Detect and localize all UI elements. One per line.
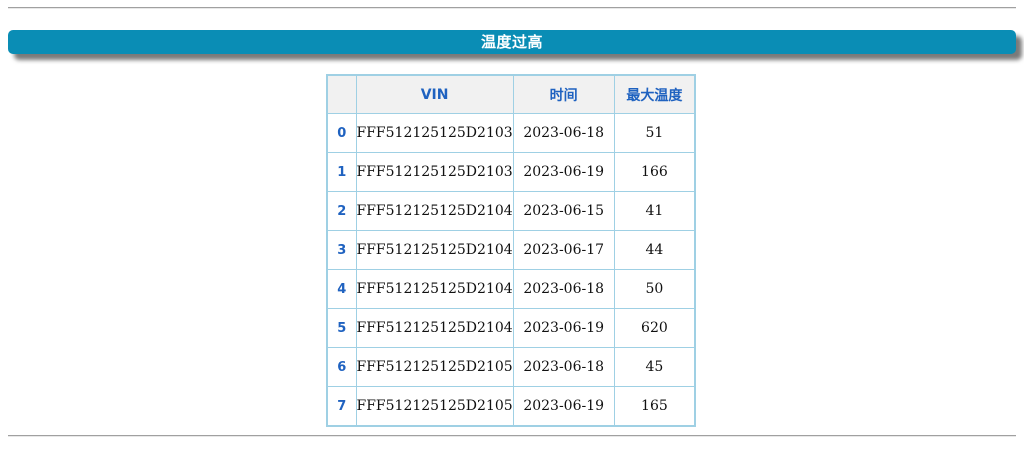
vin-cell: FFF512125125D2105 — [355, 347, 514, 387]
row-index: 4 — [326, 269, 357, 309]
max-temp-cell: 41 — [613, 191, 696, 231]
date-cell: 2023-06-19 — [512, 386, 615, 427]
table-row: 7 FFF512125125D2105 2023-06-19 165 — [326, 386, 696, 427]
vin-cell: FFF512125125D2105 — [355, 386, 514, 427]
max-temp-cell: 44 — [613, 230, 696, 270]
vin-cell: FFF512125125D2104 — [355, 191, 514, 231]
vin-cell: FFF512125125D2104 — [355, 308, 514, 348]
vin-cell: FFF512125125D2104 — [355, 269, 514, 309]
section-title-banner: 温度过高 — [8, 30, 1016, 54]
bottom-divider — [8, 435, 1016, 437]
table-row: 5 FFF512125125D2104 2023-06-19 620 — [326, 308, 696, 348]
date-cell: 2023-06-18 — [512, 269, 615, 309]
header-index — [326, 74, 357, 114]
header-max-temperature: 最大温度 — [613, 74, 696, 114]
table-header-row: VIN 时间 最大温度 — [326, 74, 696, 114]
table-row: 2 FFF512125125D2104 2023-06-15 41 — [326, 191, 696, 231]
max-temp-cell: 166 — [613, 152, 696, 192]
row-index: 7 — [326, 386, 357, 427]
vin-cell: FFF512125125D2103 — [355, 113, 514, 153]
table-row: 6 FFF512125125D2105 2023-06-18 45 — [326, 347, 696, 387]
header-time: 时间 — [512, 74, 615, 114]
max-temp-cell: 165 — [613, 386, 696, 427]
row-index: 0 — [326, 113, 357, 153]
table-row: 1 FFF512125125D2103 2023-06-19 166 — [326, 152, 696, 192]
row-index: 6 — [326, 347, 357, 387]
date-cell: 2023-06-18 — [512, 113, 615, 153]
date-cell: 2023-06-19 — [512, 308, 615, 348]
vin-cell: FFF512125125D2103 — [355, 152, 514, 192]
header-vin: VIN — [355, 74, 514, 114]
date-cell: 2023-06-19 — [512, 152, 615, 192]
row-index: 3 — [326, 230, 357, 270]
row-index: 5 — [326, 308, 357, 348]
max-temp-cell: 50 — [613, 269, 696, 309]
date-cell: 2023-06-18 — [512, 347, 615, 387]
row-index: 2 — [326, 191, 357, 231]
max-temp-cell: 620 — [613, 308, 696, 348]
table-row: 0 FFF512125125D2103 2023-06-18 51 — [326, 113, 696, 153]
max-temp-cell: 45 — [613, 347, 696, 387]
table-row: 4 FFF512125125D2104 2023-06-18 50 — [326, 269, 696, 309]
high-temperature-table: VIN 时间 最大温度 0 FFF512125125D2103 2023-06-… — [326, 74, 697, 427]
max-temp-cell: 51 — [613, 113, 696, 153]
date-cell: 2023-06-17 — [512, 230, 615, 270]
date-cell: 2023-06-15 — [512, 191, 615, 231]
top-divider — [8, 7, 1016, 9]
vin-cell: FFF512125125D2104 — [355, 230, 514, 270]
table-row: 3 FFF512125125D2104 2023-06-17 44 — [326, 230, 696, 270]
row-index: 1 — [326, 152, 357, 192]
